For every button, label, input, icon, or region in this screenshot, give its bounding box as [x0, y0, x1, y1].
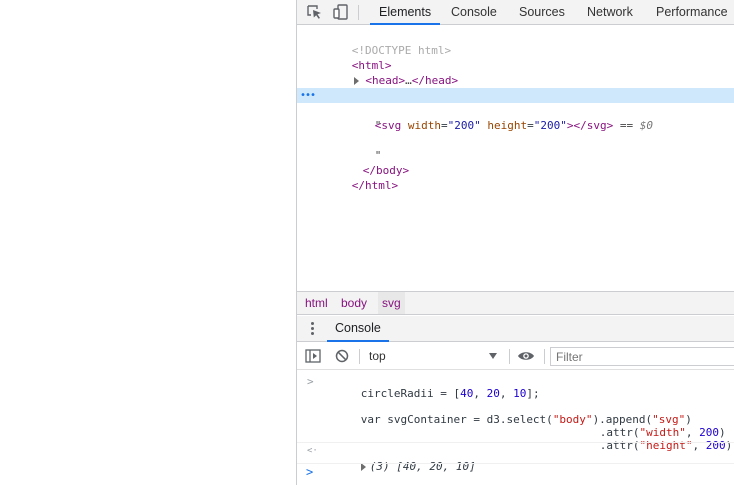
tab-sources[interactable]: Sources — [519, 0, 565, 25]
body-close-node[interactable]: </body> — [297, 148, 734, 177]
doctype-node[interactable]: <!DOCTYPE html> — [297, 28, 734, 57]
inspect-element-icon[interactable] — [306, 4, 324, 20]
code-line-1: circleRadii = [40, 20, 10]; — [360, 387, 540, 400]
breadcrumb-svg[interactable]: svg — [378, 292, 405, 314]
show-sidebar-icon[interactable] — [305, 349, 321, 366]
eye-icon[interactable] — [517, 350, 535, 365]
svg-width-attr: width — [407, 119, 441, 132]
tab-elements[interactable]: Elements — [370, 0, 441, 25]
node-actions-icon[interactable]: ••• — [300, 88, 316, 103]
drawer-tab-console[interactable]: Console — [327, 316, 389, 342]
text-node[interactable]: " — [297, 103, 734, 132]
text-node-quote-open: " — [374, 119, 382, 132]
html-close-node[interactable]: </html> — [297, 163, 734, 192]
code-line-4: .attr("height", 200); — [599, 439, 734, 452]
filter-input[interactable] — [550, 347, 734, 366]
context-selector-value: top — [369, 349, 386, 363]
equals-sign: == — [619, 119, 634, 132]
drawer-header: Console — [297, 316, 734, 342]
breadcrumb: html body svg — [297, 291, 734, 315]
svg-height-value: "200" — [533, 119, 567, 132]
input-prompt-icon: > — [307, 375, 314, 388]
expand-result-triangle-icon[interactable] — [360, 463, 366, 471]
tab-network[interactable]: Network — [587, 0, 633, 25]
devtools-panel: Elements Console Sources Network Perform… — [296, 0, 734, 485]
body-node[interactable]: <body> — [297, 73, 734, 102]
message-divider — [297, 463, 734, 464]
more-tools-icon[interactable] — [311, 322, 315, 336]
console-ref: $0 — [639, 119, 653, 132]
text-node-end[interactable]: " — [297, 133, 734, 162]
context-selector[interactable]: top — [369, 348, 499, 364]
toolbar-divider — [544, 349, 545, 364]
toolbar-divider — [358, 5, 359, 20]
dom-tree: <!DOCTYPE html> <html> <head>…</head> <b… — [297, 26, 734, 290]
svg-width-value: "200" — [447, 119, 481, 132]
svg-node-selected[interactable]: ••• <svg width="200" height="200"></svg>… — [297, 88, 734, 132]
result-count: (3) — [369, 460, 390, 473]
console-prompt-icon[interactable]: > — [306, 465, 313, 479]
breadcrumb-body[interactable]: body — [337, 292, 371, 314]
tab-performance[interactable]: Performance — [656, 0, 728, 25]
clear-console-icon[interactable] — [335, 349, 349, 366]
head-node[interactable]: <head>…</head> — [297, 58, 734, 87]
dropdown-caret-icon — [489, 353, 497, 359]
inspected-page — [0, 0, 296, 485]
html-close-tag: </html> — [351, 179, 399, 192]
svg-height-attr: height — [487, 119, 528, 132]
breadcrumb-html[interactable]: html — [301, 292, 332, 314]
svg-close-tag: </svg> — [573, 119, 614, 132]
html-node[interactable]: <html> — [297, 43, 734, 72]
tab-console[interactable]: Console — [450, 0, 498, 25]
console-input-line[interactable]: .attr("height", 200); — [560, 426, 734, 465]
toolbar-divider — [359, 349, 360, 364]
message-divider — [297, 442, 734, 443]
console-result[interactable]: (3) [40, 20, 10] — [321, 447, 476, 485]
svg-tag: svg — [381, 119, 402, 132]
devtools-toolbar: Elements Console Sources Network Perform… — [297, 0, 734, 25]
console-toolbar: top — [297, 343, 734, 370]
device-toolbar-icon[interactable] — [332, 4, 350, 20]
console-messages: > circleRadii = [40, 20, 10]; var svgCon… — [297, 371, 734, 485]
result-arrow-icon: <· — [307, 446, 318, 456]
toolbar-divider — [509, 349, 510, 364]
result-array: [40, 20, 10] — [396, 460, 476, 473]
